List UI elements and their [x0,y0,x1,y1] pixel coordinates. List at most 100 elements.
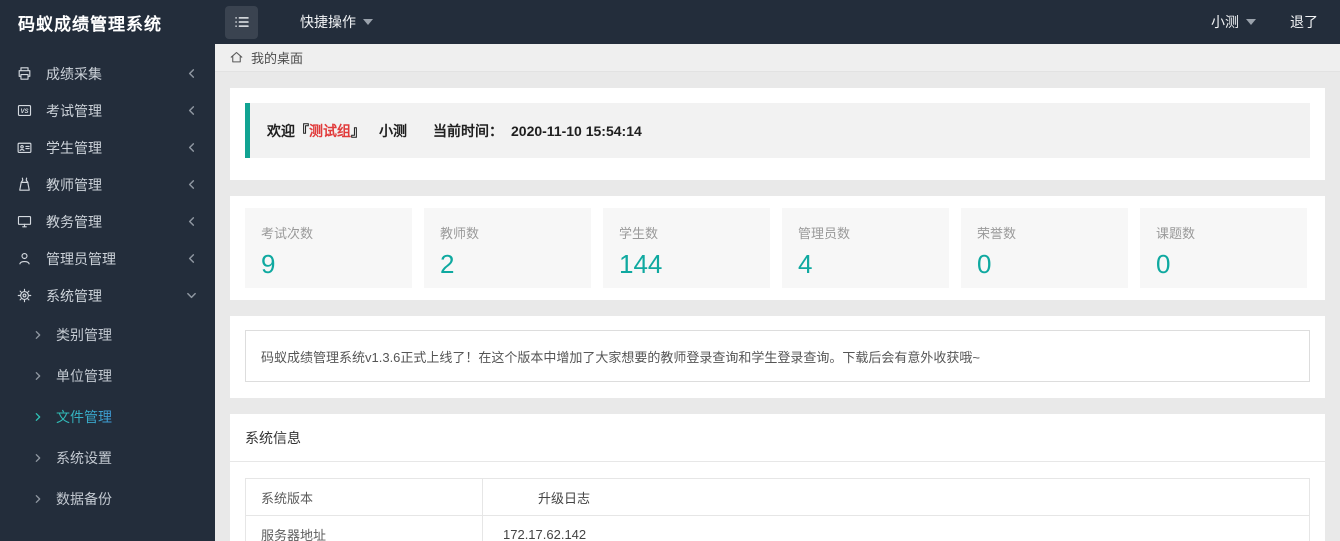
current-time-label: 当前时间： [433,122,503,139]
system-version-label: 系统版本 [245,478,483,516]
server-address-label: 服务器地址 [245,515,483,541]
sidebar-subitem-label: 系统设置 [56,449,112,466]
stats-panel: 考试次数 9 教师数 2 学生数 144 管理员数 4 荣誉数 0 课题数 0 [230,196,1325,300]
sidebar-subitem-file-management[interactable]: 文件管理 [0,396,215,437]
breadcrumb-current[interactable]: 我的桌面 [251,48,303,67]
quick-actions-label: 快捷操作 [300,14,356,30]
stat-label: 考试次数 [261,226,314,241]
gear-icon [16,287,33,304]
release-notice: 码蚁成绩管理系统v1.3.6正式上线了！在这个版本中增加了大家想要的教师登录查询… [245,330,1310,382]
chevron-left-icon [186,216,197,227]
welcome-panel: 欢迎 『 测试组 』 小测 当前时间： 2020-11-10 15:54:14 [230,88,1325,180]
sidebar-subitem-label: 数据备份 [56,490,112,507]
sidebar-item-academic-management[interactable]: 教务管理 [0,203,215,240]
table-row: 服务器地址 172.17.62.142 [245,515,1310,541]
sidebar-item-exam-management[interactable]: VS 考试管理 [0,92,215,129]
printer-icon [16,65,33,82]
sidebar-subitem-label: 文件管理 [56,408,112,425]
sidebar-menu: 成绩采集 VS 考试管理 学生管理 教师管理 教务管理 管理员管理 系统管理 类… [0,55,215,519]
id-card-icon [16,139,33,156]
stat-card-admin-count: 管理员数 4 [782,208,949,288]
user-name: 小测 [1211,14,1239,30]
user-dropdown[interactable]: 小测 [1211,12,1256,32]
chevron-left-icon [186,179,197,190]
caret-down-icon [1246,19,1256,25]
list-icon [233,13,251,31]
sidebar: 码蚁成绩管理系统 成绩采集 VS 考试管理 学生管理 教师管理 教务管理 管理员… [0,0,215,541]
chevron-left-icon [186,142,197,153]
sidebar-subitem-system-settings[interactable]: 系统设置 [0,437,215,478]
home-icon [229,50,244,65]
sidebar-item-admin-management[interactable]: 管理员管理 [0,240,215,277]
breadcrumb: 我的桌面 [215,44,1340,72]
sidebar-subitem-label: 单位管理 [56,367,112,384]
sidebar-item-score-collection[interactable]: 成绩采集 [0,55,215,92]
stat-card-student-count: 学生数 144 [603,208,770,288]
stat-card-exam-count: 考试次数 9 [245,208,412,288]
sidebar-item-label: 管理员管理 [46,250,116,267]
sidebar-item-label: 成绩采集 [46,65,102,82]
sidebar-item-label: 系统管理 [46,287,102,304]
system-management-submenu: 类别管理 单位管理 文件管理 系统设置 数据备份 [0,314,215,519]
chevron-left-icon [186,253,197,264]
chevron-left-icon [186,105,197,116]
chevron-left-icon [186,68,197,79]
dress-icon [16,176,33,193]
quick-actions-dropdown[interactable]: 快捷操作 [300,12,373,32]
topbar: 快捷操作 小测 退了 [215,0,1340,44]
table-row: 系统版本 升级日志 [245,478,1310,516]
sidebar-item-student-management[interactable]: 学生管理 [0,129,215,166]
arrow-right-icon [33,330,43,340]
stat-value: 2 [440,249,455,279]
sidebar-item-system-management[interactable]: 系统管理 [0,277,215,314]
sidebar-subitem-category-management[interactable]: 类别管理 [0,314,215,355]
sidebar-subitem-unit-management[interactable]: 单位管理 [0,355,215,396]
monitor-icon [16,213,33,230]
stat-card-honor-count: 荣誉数 0 [961,208,1128,288]
current-time-value: 2020-11-10 15:54:14 [511,122,642,139]
sidebar-item-label: 教师管理 [46,176,102,193]
chevron-down-icon [186,290,197,301]
user-icon [16,250,33,267]
vs-badge-icon: VS [16,102,33,119]
system-info-title: 系统信息 [230,428,1325,462]
sidebar-item-label: 教务管理 [46,213,102,230]
main-content: 我的桌面 欢迎 『 测试组 』 小测 当前时间： 2020-11-10 15:5… [215,44,1340,541]
app-title: 码蚁成绩管理系统 [18,14,162,34]
sidebar-subitem-data-backup[interactable]: 数据备份 [0,478,215,519]
stat-card-topic-count: 课题数 0 [1140,208,1307,288]
stat-value: 0 [977,249,992,279]
sidebar-item-teacher-management[interactable]: 教师管理 [0,166,215,203]
stat-value: 4 [798,249,813,279]
upgrade-log-link[interactable]: 升级日志 [482,478,1310,516]
stat-value: 0 [1156,249,1171,279]
notice-panel: 码蚁成绩管理系统v1.3.6正式上线了！在这个版本中增加了大家想要的教师登录查询… [230,316,1325,398]
arrow-right-icon [33,371,43,381]
arrow-right-icon [33,412,43,422]
welcome-bracket-close: 』 [351,122,365,139]
welcome-bracket-open: 『 [295,122,309,139]
sidebar-item-label: 考试管理 [46,102,102,119]
release-notice-text: 码蚁成绩管理系统v1.3.6正式上线了！在这个版本中增加了大家想要的教师登录查询… [261,349,981,365]
sidebar-toggle-button[interactable] [225,5,258,39]
stat-label: 管理员数 [798,226,851,241]
system-info-table: 系统版本 升级日志 服务器地址 172.17.62.142 [245,478,1310,541]
server-address-value: 172.17.62.142 [482,515,1310,541]
stat-label: 课题数 [1156,226,1196,241]
welcome-group-name: 测试组 [309,122,351,139]
welcome-prefix: 欢迎 [267,122,295,139]
welcome-user-name: 小测 [379,122,407,139]
stat-card-teacher-count: 教师数 2 [424,208,591,288]
topbar-right: 小测 退了 [1211,12,1340,32]
svg-text:VS: VS [20,109,28,115]
arrow-right-icon [33,494,43,504]
sidebar-subitem-label: 类别管理 [56,326,112,343]
stat-label: 教师数 [440,226,480,241]
stat-label: 荣誉数 [977,226,1017,241]
caret-down-icon [363,19,373,25]
logout-button[interactable]: 退了 [1290,12,1318,32]
stat-value: 9 [261,249,276,279]
sidebar-item-label: 学生管理 [46,139,102,156]
stat-label: 学生数 [619,226,659,241]
welcome-banner: 欢迎 『 测试组 』 小测 当前时间： 2020-11-10 15:54:14 [245,103,1310,158]
